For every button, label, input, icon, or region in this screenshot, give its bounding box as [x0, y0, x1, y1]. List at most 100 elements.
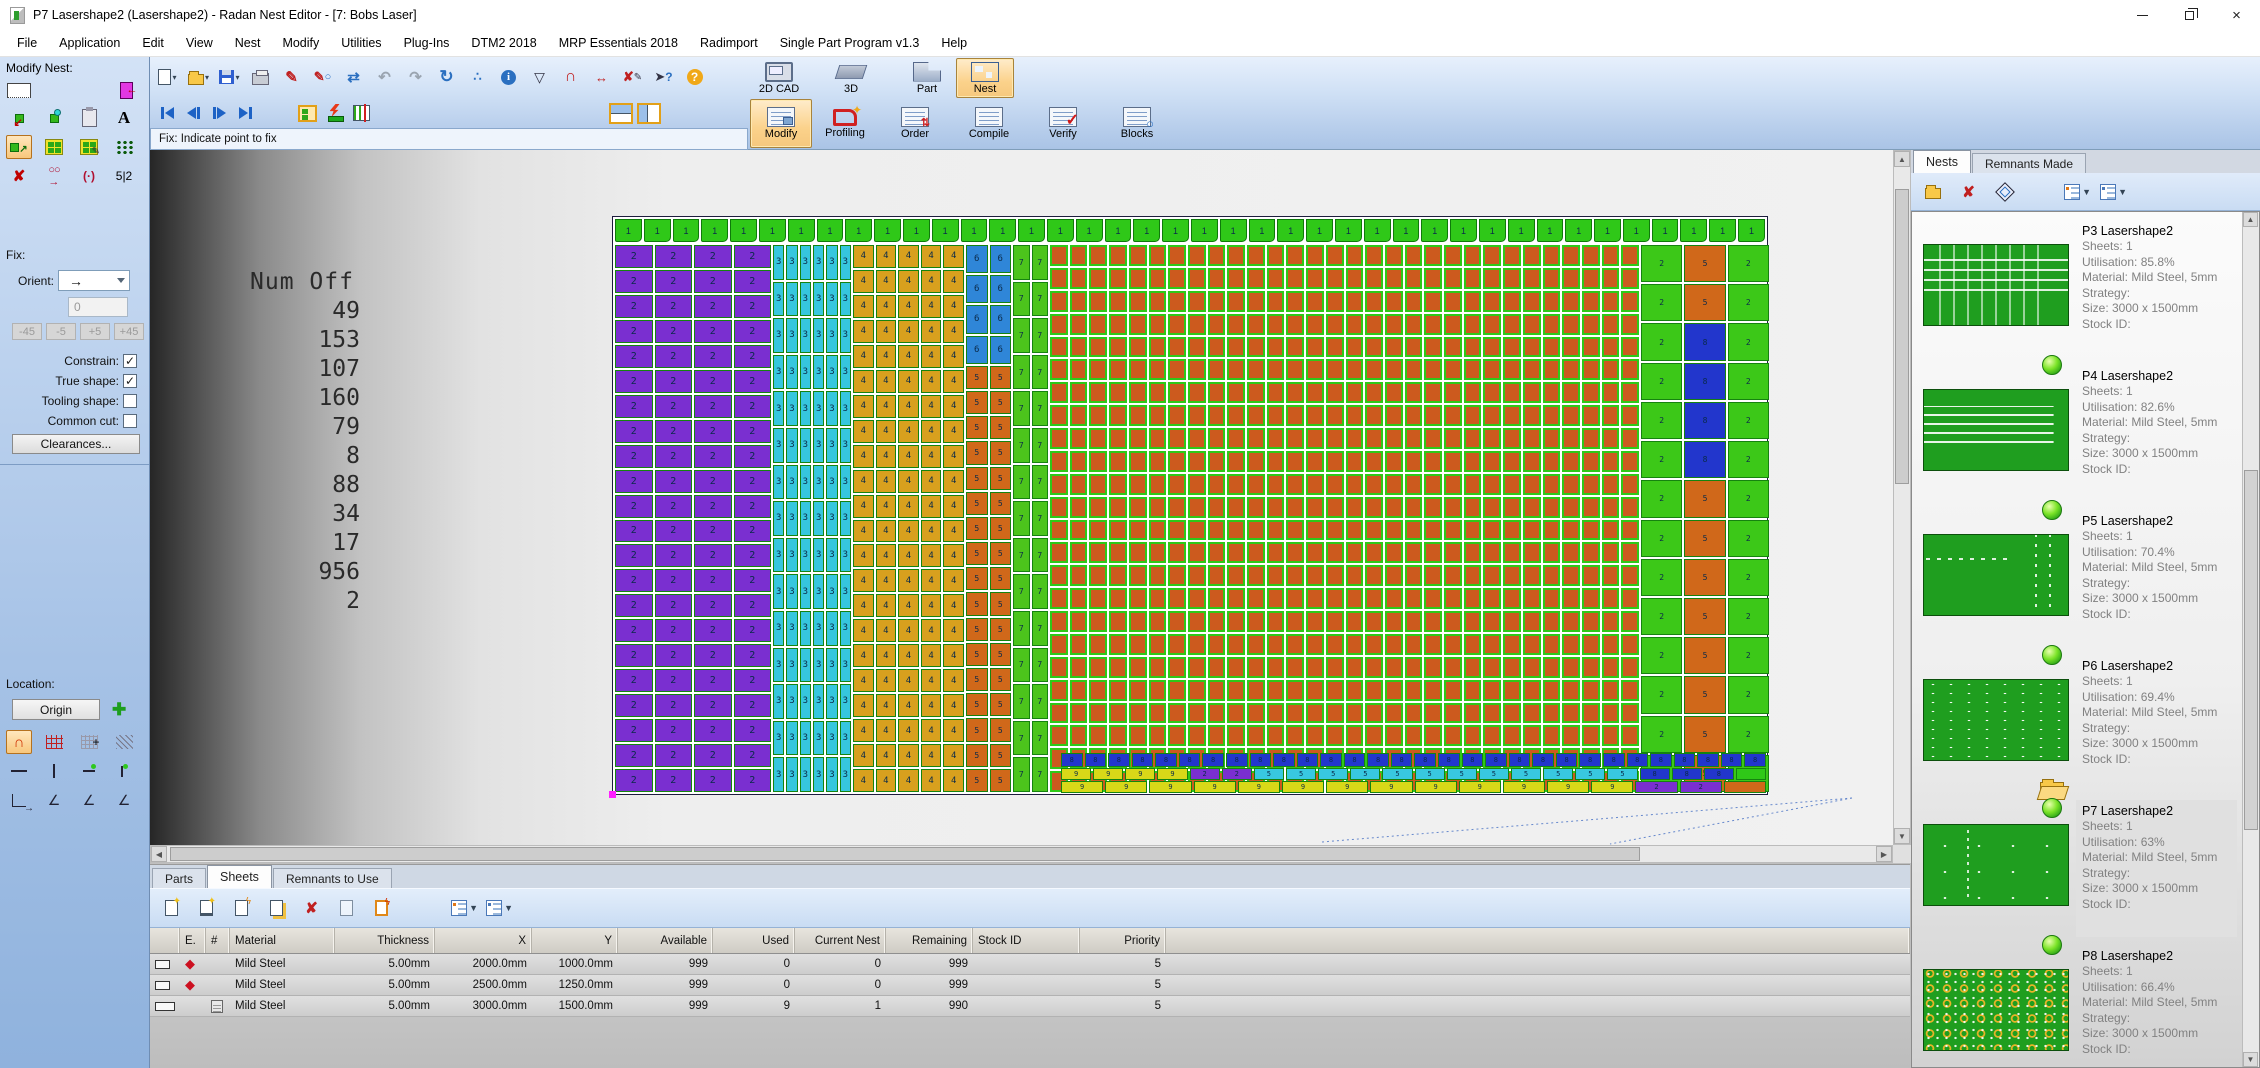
nest-part[interactable]: 8 — [1640, 768, 1670, 780]
nest-part[interactable] — [1109, 703, 1127, 724]
nest-part[interactable] — [1543, 703, 1561, 724]
nest-part[interactable]: 4 — [898, 320, 919, 343]
nest-part[interactable] — [1149, 520, 1167, 541]
nest-part[interactable] — [1168, 245, 1186, 266]
nest-part[interactable] — [1227, 565, 1245, 586]
nest-part[interactable]: 4 — [921, 420, 942, 443]
angle-button--5[interactable]: -5 — [46, 323, 76, 340]
nest-part[interactable] — [1483, 474, 1501, 495]
nest-part[interactable]: 3 — [773, 318, 784, 353]
nest-part[interactable] — [1306, 451, 1324, 472]
nest-part[interactable]: 5 — [966, 668, 988, 691]
delete-sheet-icon[interactable]: ✘ — [298, 895, 325, 922]
nest-part[interactable] — [1405, 428, 1423, 449]
nest-part[interactable]: 8 — [1462, 753, 1484, 767]
nest-part[interactable]: 4 — [943, 395, 964, 418]
nest-part[interactable]: 5 — [966, 542, 988, 565]
nest-part[interactable]: 4 — [853, 694, 874, 717]
nest-part[interactable]: 5 — [990, 441, 1012, 464]
nest-part[interactable]: 2 — [615, 520, 653, 543]
nest-part[interactable]: 2 — [1728, 716, 1769, 753]
nest-part[interactable] — [1149, 497, 1167, 518]
nest-part[interactable]: 3 — [813, 501, 824, 536]
nest-part[interactable] — [1621, 611, 1639, 632]
nest-part[interactable] — [1444, 542, 1462, 563]
new-document-icon[interactable]: ▾ — [154, 64, 181, 91]
nest-part[interactable]: 1 — [701, 219, 728, 242]
nest-part[interactable]: 3 — [800, 611, 811, 646]
nest-part[interactable]: 5 — [1684, 598, 1725, 635]
nest-part[interactable]: 2 — [694, 520, 732, 543]
nest-part[interactable]: 1 — [817, 219, 844, 242]
nest-part[interactable]: 4 — [876, 769, 897, 792]
nest-part[interactable] — [1543, 405, 1561, 426]
nest-part[interactable] — [1503, 405, 1521, 426]
nest-part[interactable] — [1188, 497, 1206, 518]
nest-part[interactable]: 5 — [990, 517, 1012, 540]
nest-part[interactable]: 2 — [1728, 520, 1769, 557]
nest-part[interactable] — [1168, 268, 1186, 289]
nest-part[interactable]: 8 — [1650, 753, 1672, 767]
nest-part[interactable]: 3 — [840, 574, 851, 609]
nest-part[interactable]: 3 — [773, 757, 784, 792]
nest-part[interactable]: 1 — [1450, 219, 1477, 242]
nest-part[interactable]: 8 — [1603, 753, 1625, 767]
nest-part[interactable]: 4 — [853, 270, 874, 293]
nest-part[interactable] — [1444, 359, 1462, 380]
nest-part[interactable]: 3 — [786, 721, 797, 756]
nest-part[interactable] — [1070, 634, 1088, 655]
nest-part[interactable] — [1562, 611, 1580, 632]
nest-part[interactable] — [1129, 268, 1147, 289]
nest-part[interactable]: 3 — [813, 318, 824, 353]
nest-part[interactable] — [1188, 359, 1206, 380]
nest-part[interactable] — [1562, 268, 1580, 289]
nest-part[interactable] — [1089, 634, 1107, 655]
nest-part[interactable]: 1 — [1565, 219, 1592, 242]
nest-part[interactable] — [1385, 382, 1403, 403]
nest-part[interactable] — [1326, 337, 1344, 358]
nest-part[interactable] — [1306, 634, 1324, 655]
snap-point-icon[interactable]: ∩ — [6, 730, 32, 754]
nest-part[interactable] — [1523, 703, 1541, 724]
nest-part[interactable] — [1286, 291, 1304, 312]
nest-part[interactable] — [1326, 520, 1344, 541]
snap-magnet-icon[interactable]: ∩ — [557, 64, 584, 91]
nest-part[interactable]: 2 — [734, 520, 772, 543]
nest-part[interactable] — [1227, 497, 1245, 518]
nest-part[interactable]: 3 — [773, 611, 784, 646]
nest-part[interactable]: 2 — [615, 719, 653, 742]
menu-file[interactable]: File — [6, 32, 48, 54]
nest-part[interactable] — [1070, 542, 1088, 563]
nest-part[interactable]: 8 — [1744, 753, 1766, 767]
nest-part[interactable] — [1109, 657, 1127, 678]
exit-door-icon[interactable] — [113, 78, 139, 102]
line-v-icon[interactable] — [41, 759, 67, 783]
nest-part[interactable]: 7 — [1013, 684, 1030, 719]
nest-part[interactable]: 2 — [615, 644, 653, 667]
nest-part[interactable]: 2 — [655, 644, 693, 667]
nest-part[interactable]: 4 — [921, 395, 942, 418]
nest-part[interactable]: 3 — [800, 245, 811, 280]
nest-part[interactable] — [1582, 291, 1600, 312]
nest-part[interactable]: 4 — [898, 719, 919, 742]
nest-part[interactable] — [1424, 611, 1442, 632]
nest-part[interactable] — [1149, 703, 1167, 724]
nest-part[interactable] — [1326, 382, 1344, 403]
column-header-priority[interactable]: Priority — [1080, 928, 1166, 953]
nest-part[interactable] — [1503, 542, 1521, 563]
nest-part[interactable]: 2 — [734, 669, 772, 692]
nest-part[interactable] — [1267, 245, 1285, 266]
nest-part[interactable] — [1149, 291, 1167, 312]
nest-part[interactable]: 5 — [990, 693, 1012, 716]
nest-part[interactable] — [1582, 359, 1600, 380]
nest-part[interactable]: 4 — [876, 495, 897, 518]
nest-part[interactable] — [1050, 634, 1068, 655]
nest-part[interactable] — [1089, 474, 1107, 495]
nest-part[interactable]: 4 — [876, 520, 897, 543]
nest-part[interactable] — [1346, 428, 1364, 449]
nest-part[interactable] — [1050, 474, 1068, 495]
nest-part[interactable] — [1365, 565, 1383, 586]
nest-part[interactable] — [1188, 611, 1206, 632]
nest-part[interactable]: 2 — [655, 470, 693, 493]
nest-part[interactable]: 6 — [966, 305, 988, 333]
